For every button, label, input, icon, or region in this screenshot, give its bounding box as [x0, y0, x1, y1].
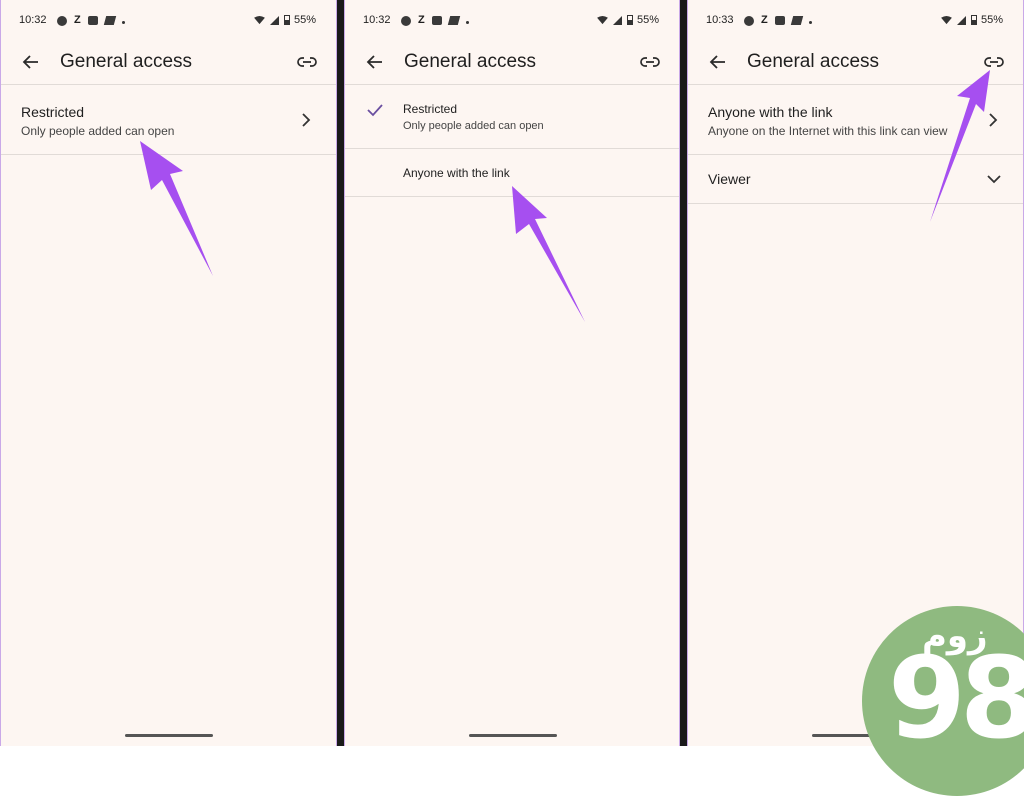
message-icon [774, 16, 785, 25]
signal-icon [612, 15, 622, 25]
screenshot-panel-2: 10:32 Z 55% General access Restricted On… [344, 0, 680, 746]
annotation-arrow [140, 141, 213, 276]
link-icon[interactable] [639, 53, 661, 71]
divider [688, 203, 1023, 204]
logo-number: 98 [888, 634, 1024, 764]
chat-bubble-icon [57, 15, 67, 26]
annotation-arrow [512, 186, 585, 322]
status-time: 10:33 [706, 14, 734, 26]
signal-icon [269, 15, 279, 25]
divider [345, 196, 679, 197]
screenshot-panel-1: 10:32 Z 55% General access Restricted On… [0, 0, 337, 746]
message-icon [431, 16, 442, 25]
app-bar: General access [1, 42, 336, 84]
option-subtitle: Only people added can open [21, 124, 175, 138]
page-title: General access [404, 51, 537, 72]
back-arrow-icon[interactable] [365, 52, 385, 72]
notification-icons: Z [401, 14, 469, 26]
option-title: Anyone with the link [708, 104, 833, 120]
page-title: General access [60, 51, 193, 72]
signal-icon [956, 15, 966, 25]
status-bar: 10:32 Z 55% [1, 10, 336, 32]
home-indicator [125, 734, 213, 737]
status-bar: 10:32 Z 55% [345, 10, 679, 32]
option-title: Restricted [21, 104, 85, 120]
chevron-right-icon [302, 113, 311, 127]
message-icon [87, 16, 98, 25]
system-icons: 55% [254, 14, 316, 26]
option-subtitle: Anyone on the Internet with this link ca… [708, 124, 948, 138]
chevron-down-icon [987, 175, 1001, 184]
general-access-option-row[interactable]: Restricted Only people added can open [1, 85, 336, 154]
battery-percent: 55% [980, 14, 1003, 26]
wifi-icon [597, 15, 608, 24]
option-subtitle: Only people added can open [403, 120, 544, 132]
option-title: Restricted [403, 102, 458, 116]
page-title: General access [747, 51, 880, 72]
more-notifications-dot-icon [121, 20, 125, 24]
chevron-right-icon [989, 113, 998, 127]
wifi-icon [254, 15, 265, 24]
option-title: Anyone with the link [403, 166, 510, 180]
role-label: Viewer [708, 171, 751, 187]
status-bar: 10:33 Z 55% [688, 10, 1023, 32]
z-app-icon: Z [74, 14, 81, 26]
battery-icon [626, 15, 633, 25]
link-icon[interactable] [296, 53, 318, 71]
app-notification-icon [447, 16, 460, 25]
z-app-icon: Z [418, 14, 425, 26]
status-time: 10:32 [363, 14, 391, 26]
notification-icons: Z [744, 14, 812, 26]
role-dropdown[interactable]: Viewer [688, 155, 1023, 203]
panel-separator [680, 0, 687, 746]
option-restricted[interactable]: Restricted Only people added can open [345, 85, 679, 148]
divider [1, 154, 336, 155]
battery-icon [283, 15, 290, 25]
option-anyone-with-link[interactable]: Anyone with the link [345, 149, 679, 196]
battery-percent: 55% [636, 14, 659, 26]
back-arrow-icon[interactable] [708, 52, 728, 72]
back-arrow-icon[interactable] [21, 52, 41, 72]
more-notifications-dot-icon [808, 20, 812, 24]
link-icon[interactable] [983, 53, 1005, 71]
home-indicator [469, 734, 557, 737]
more-notifications-dot-icon [465, 20, 469, 24]
battery-percent: 55% [293, 14, 316, 26]
general-access-option-row[interactable]: Anyone with the link Anyone on the Inter… [688, 85, 1023, 154]
panel-separator [337, 0, 344, 746]
chat-bubble-icon [744, 15, 754, 26]
checkmark-icon [367, 104, 383, 117]
z-app-icon: Z [761, 14, 768, 26]
app-bar: General access [345, 42, 679, 84]
app-notification-icon [790, 16, 803, 25]
system-icons: 55% [597, 14, 659, 26]
notification-icons: Z [57, 14, 125, 26]
status-time: 10:32 [19, 14, 47, 26]
wifi-icon [941, 15, 952, 24]
battery-icon [970, 15, 977, 25]
app-notification-icon [103, 16, 116, 25]
chat-bubble-icon [401, 15, 411, 26]
app-bar: General access [688, 42, 1023, 84]
system-icons: 55% [941, 14, 1003, 26]
